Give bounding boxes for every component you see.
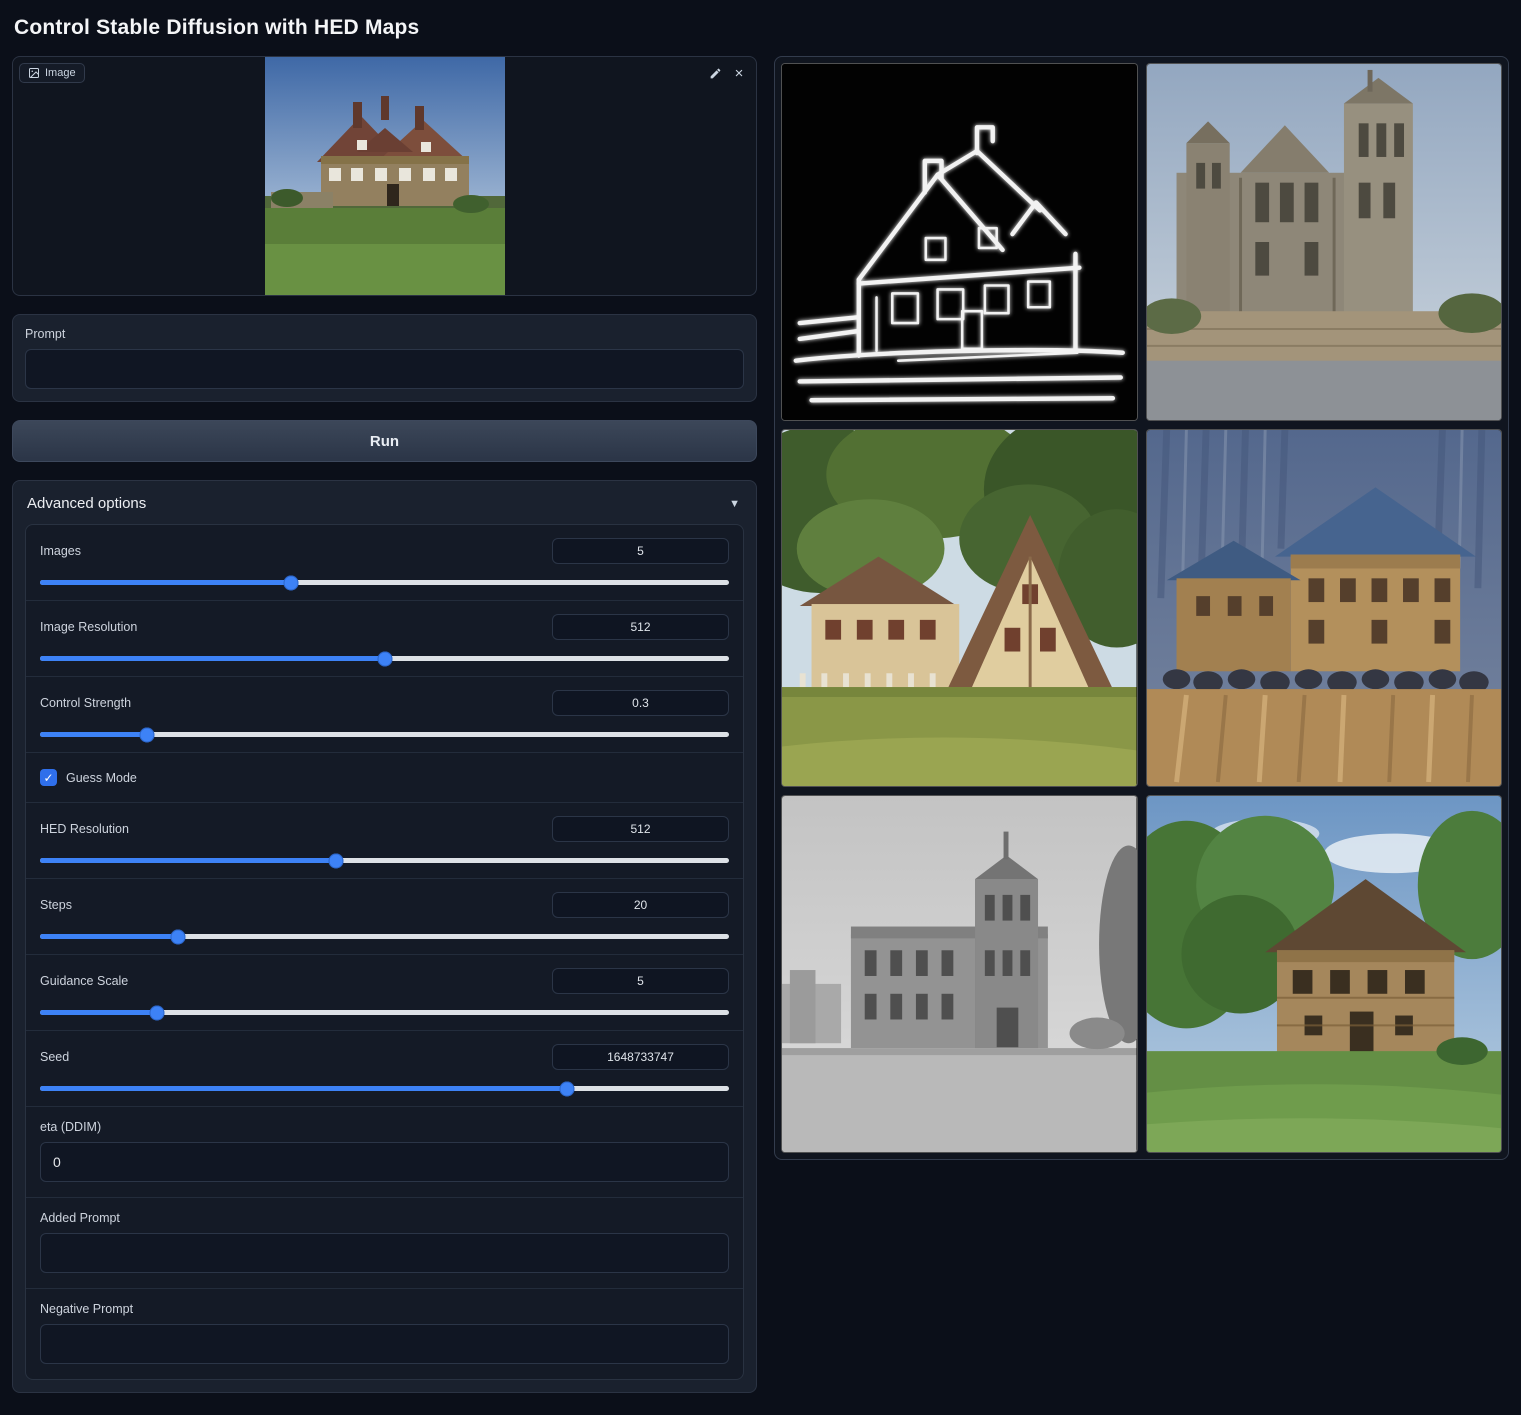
images-slider-fill — [40, 580, 291, 585]
main-columns: Image × — [12, 56, 1509, 1405]
advanced-options-header[interactable]: Advanced options ▼ — [25, 493, 744, 524]
control-strength-slider[interactable] — [40, 732, 729, 737]
eta-label: eta (DDIM) — [40, 1120, 729, 1134]
added-prompt-label: Added Prompt — [40, 1211, 729, 1225]
steps-slider-handle[interactable] — [170, 929, 185, 944]
guess-mode-label[interactable]: Guess Mode — [66, 771, 137, 785]
image-resolution-slider-handle[interactable] — [377, 651, 392, 666]
eta-input[interactable] — [40, 1142, 729, 1182]
gallery-image-painted-house[interactable] — [781, 429, 1138, 787]
slider-row-seed: Seed — [26, 1031, 743, 1107]
page-title: Control Stable Diffusion with HED Maps — [14, 16, 1509, 40]
gallery-image-rainy-painting[interactable] — [1146, 429, 1503, 787]
image-resolution-slider-fill — [40, 656, 385, 661]
slider-row-guidance-scale: Guidance Scale — [26, 955, 743, 1031]
controls-column: Image × — [12, 56, 757, 1405]
image-input-dropzone[interactable]: Image × — [12, 56, 757, 296]
app-root: Control Stable Diffusion with HED Maps I… — [0, 0, 1521, 1415]
seed-slider-fill — [40, 1086, 567, 1091]
image-icon — [28, 67, 40, 79]
run-button[interactable]: Run — [12, 420, 757, 462]
result-gallery — [774, 56, 1509, 1160]
seed-label: Seed — [40, 1050, 69, 1064]
pencil-icon — [709, 67, 722, 80]
steps-value-input[interactable] — [552, 892, 729, 918]
guidance-scale-label: Guidance Scale — [40, 974, 128, 988]
control-strength-slider-handle[interactable] — [139, 727, 154, 742]
gallery-grid — [781, 63, 1502, 1153]
image-resolution-slider[interactable] — [40, 656, 729, 661]
gallery-image-hed-map[interactable] — [781, 63, 1138, 421]
advanced-options-panel: Advanced options ▼ Images — [12, 480, 757, 1393]
image-actions: × — [704, 62, 750, 84]
hed-resolution-slider[interactable] — [40, 858, 729, 863]
negative-prompt-label: Negative Prompt — [40, 1302, 729, 1316]
prompt-label: Prompt — [25, 327, 744, 341]
gallery-image-country-house[interactable] — [1146, 795, 1503, 1153]
added-prompt-row: Added Prompt — [26, 1198, 743, 1289]
hed-resolution-value-input[interactable] — [552, 816, 729, 842]
guidance-scale-slider-handle[interactable] — [150, 1005, 165, 1020]
edit-image-button[interactable] — [704, 62, 726, 84]
guess-mode-checkbox[interactable]: ✓ — [40, 769, 57, 786]
control-strength-slider-fill — [40, 732, 147, 737]
images-value-input[interactable] — [552, 538, 729, 564]
gallery-image-grayscale-building[interactable] — [781, 795, 1138, 1153]
hed-resolution-label: HED Resolution — [40, 822, 129, 836]
steps-slider-fill — [40, 934, 178, 939]
slider-row-hed-resolution: HED Resolution — [26, 803, 743, 879]
check-icon: ✓ — [43, 772, 53, 784]
seed-slider[interactable] — [40, 1086, 729, 1091]
advanced-options-form: Images Image Resolution — [25, 524, 744, 1380]
hed-resolution-slider-handle[interactable] — [329, 853, 344, 868]
uploaded-image — [265, 56, 505, 296]
seed-slider-handle[interactable] — [560, 1081, 575, 1096]
prompt-block: Prompt — [12, 314, 757, 402]
advanced-options-title: Advanced options — [27, 495, 146, 512]
images-label: Images — [40, 544, 81, 558]
negative-prompt-input[interactable] — [40, 1324, 729, 1364]
negative-prompt-row: Negative Prompt — [26, 1289, 743, 1379]
slider-row-control-strength: Control Strength — [26, 677, 743, 753]
guidance-scale-slider[interactable] — [40, 1010, 729, 1015]
gallery-image-cathedral[interactable] — [1146, 63, 1503, 421]
guess-mode-row[interactable]: ✓ Guess Mode — [26, 753, 743, 803]
prompt-input[interactable] — [25, 349, 744, 389]
control-strength-label: Control Strength — [40, 696, 131, 710]
control-strength-value-input[interactable] — [552, 690, 729, 716]
guidance-scale-slider-fill — [40, 1010, 157, 1015]
steps-label: Steps — [40, 898, 72, 912]
image-input-label: Image — [45, 67, 76, 79]
added-prompt-input[interactable] — [40, 1233, 729, 1273]
image-resolution-value-input[interactable] — [552, 614, 729, 640]
image-input-label-badge: Image — [19, 63, 85, 83]
eta-row: eta (DDIM) — [26, 1107, 743, 1198]
slider-row-images: Images — [26, 525, 743, 601]
seed-value-input[interactable] — [552, 1044, 729, 1070]
hed-resolution-slider-fill — [40, 858, 336, 863]
clear-image-button[interactable]: × — [728, 62, 750, 84]
images-slider-handle[interactable] — [284, 575, 299, 590]
slider-row-image-resolution: Image Resolution — [26, 601, 743, 677]
image-resolution-label: Image Resolution — [40, 620, 137, 634]
slider-row-steps: Steps — [26, 879, 743, 955]
guidance-scale-value-input[interactable] — [552, 968, 729, 994]
steps-slider[interactable] — [40, 934, 729, 939]
images-slider[interactable] — [40, 580, 729, 585]
results-column — [774, 56, 1509, 1160]
chevron-down-icon: ▼ — [729, 498, 740, 510]
